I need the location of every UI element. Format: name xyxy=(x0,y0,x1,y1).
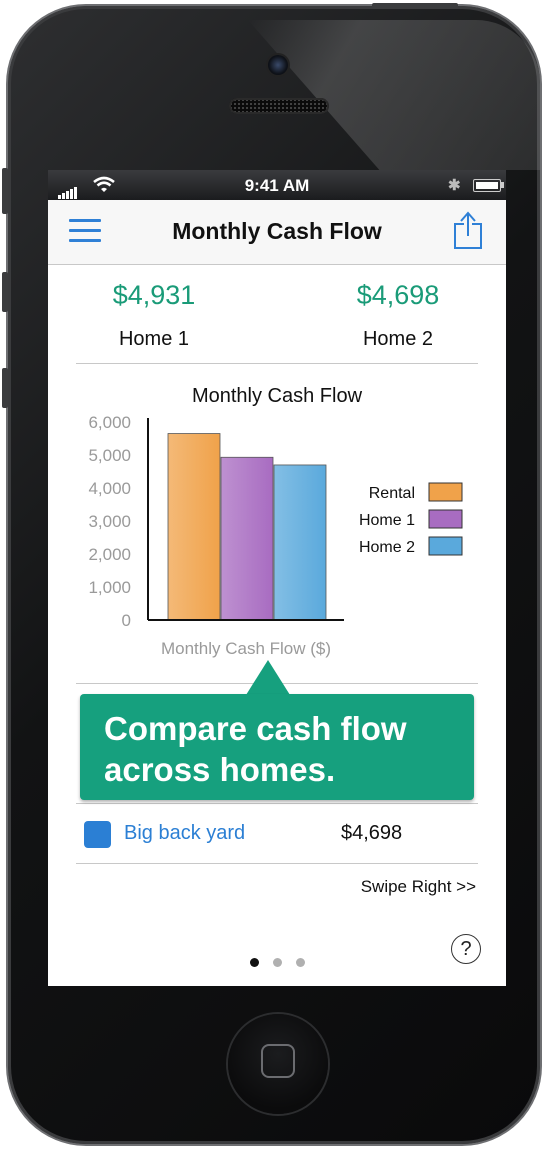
y-tick-label: 2,000 xyxy=(88,545,131,564)
navigation-bar: Monthly Cash Flow xyxy=(48,200,506,265)
legend-label: Home 1 xyxy=(359,512,415,529)
volume-up-button xyxy=(2,272,8,312)
legend-swatch xyxy=(428,509,463,529)
swipe-hint: Swipe Right >> xyxy=(360,877,476,896)
home-2-label: Home 2 xyxy=(362,328,434,350)
y-tick-label: 3,000 xyxy=(88,512,131,531)
divider xyxy=(76,363,478,364)
divider xyxy=(76,803,478,804)
app-screen: 9:41 AM ✱ Monthly Cash Flow $4,931 Home … xyxy=(48,170,506,986)
bar-rental xyxy=(167,433,221,621)
page-title: Monthly Cash Flow xyxy=(172,218,382,244)
tooltip-arrow xyxy=(246,660,290,695)
battery-icon xyxy=(473,179,501,192)
list-item-label[interactable]: Big back yard xyxy=(124,822,245,845)
y-tick-label: 6,000 xyxy=(88,413,131,432)
bar-home-2 xyxy=(273,464,327,621)
status-bar: 9:41 AM ✱ xyxy=(48,170,506,200)
help-icon[interactable]: ? xyxy=(451,934,481,964)
battery-tip xyxy=(501,182,504,188)
cash-flow-chart: 6,000 5,000 4,000 3,000 2,000 1,000 0 Monthly C… xyxy=(88,413,463,658)
page-indicator[interactable] xyxy=(250,954,319,972)
legend-swatch xyxy=(428,536,463,556)
home-2-amount: $4,698 xyxy=(356,280,440,310)
list-item-value: $4,698 xyxy=(341,822,403,844)
legend-label: Rental xyxy=(369,485,415,502)
x-axis-label: Monthly Cash Flow ($) xyxy=(161,639,331,658)
home-1-amount: $4,931 xyxy=(112,280,196,310)
mute-switch xyxy=(2,168,8,214)
tooltip-callout: Compare cash flow across homes. xyxy=(80,694,474,800)
sleep-button xyxy=(372,3,458,9)
bluetooth-icon: ✱ xyxy=(448,177,461,194)
y-tick-label: 0 xyxy=(122,611,131,630)
earpiece-speaker xyxy=(229,98,329,114)
y-tick-label: 4,000 xyxy=(88,479,131,498)
chart-title: Monthly Cash Flow xyxy=(191,385,363,407)
status-time: 9:41 AM xyxy=(244,176,310,195)
y-tick-label: 1,000 xyxy=(88,578,131,597)
volume-down-button xyxy=(2,368,8,408)
page-dot[interactable] xyxy=(296,958,305,967)
home-button-icon xyxy=(261,1044,295,1078)
page-dot[interactable] xyxy=(273,958,282,967)
home-1-label: Home 1 xyxy=(118,328,190,350)
page-dot[interactable] xyxy=(250,958,259,967)
tooltip-text: Compare cash flow across homes. xyxy=(104,710,407,788)
legend-label: Home 2 xyxy=(359,539,415,556)
phone-glare xyxy=(248,20,540,170)
legend-swatch xyxy=(428,482,463,502)
y-tick-label: 5,000 xyxy=(88,446,131,465)
divider xyxy=(76,863,478,864)
bar-home-1 xyxy=(220,456,274,621)
color-swatch xyxy=(84,821,111,848)
front-camera xyxy=(268,55,288,75)
share-icon[interactable] xyxy=(452,210,484,250)
